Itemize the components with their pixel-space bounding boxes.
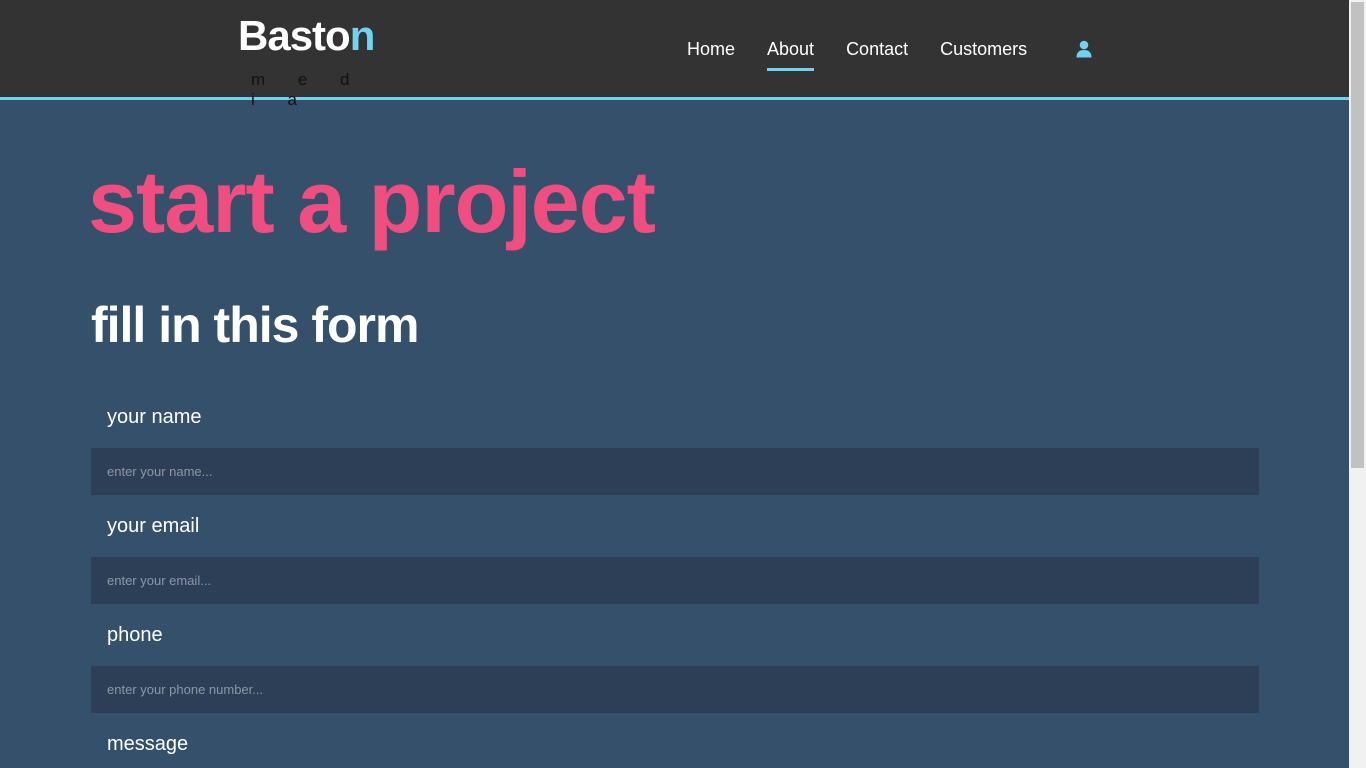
nav-item-customers[interactable]: Customers [940, 36, 1027, 68]
logo-wordmark: Baston [238, 12, 375, 59]
user-icon[interactable] [1076, 40, 1092, 58]
nav-item-contact[interactable]: Contact [846, 36, 908, 68]
email-label: your email [107, 515, 200, 537]
main-nav: Home About Contact Customers [687, 36, 1059, 72]
scrollbar-thumb[interactable] [1351, 2, 1364, 468]
form-heading: fill in this form [91, 297, 419, 353]
page: Baston m e d i a Home About Contact Cust… [0, 0, 1366, 768]
email-input[interactable] [91, 557, 1259, 604]
nav-item-home[interactable]: Home [687, 36, 735, 68]
logo[interactable]: Baston m e d i a [238, 12, 388, 109]
phone-label: phone [107, 624, 163, 646]
nav-item-about[interactable]: About [767, 36, 815, 71]
message-label: message [107, 733, 189, 755]
name-label: your name [107, 406, 202, 428]
page-title: start a project [88, 152, 656, 251]
name-input[interactable] [91, 448, 1259, 495]
logo-subtitle: m e d i a [251, 70, 364, 109]
site-header: Baston m e d i a Home About Contact Cust… [0, 0, 1349, 109]
phone-input[interactable] [91, 666, 1259, 713]
page-scrollbar[interactable] [1349, 0, 1366, 768]
